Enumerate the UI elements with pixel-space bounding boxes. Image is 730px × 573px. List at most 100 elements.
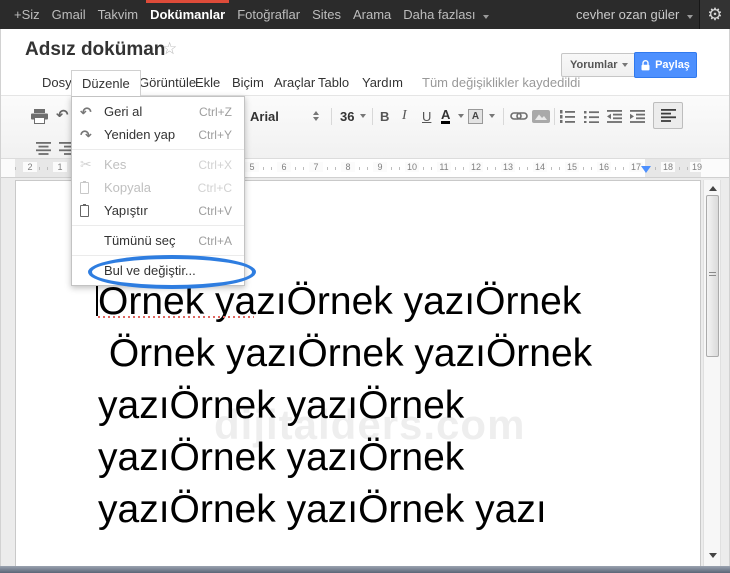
ruler-number: 6 [277,162,291,172]
menu-item-shortcut: Ctrl+A [198,233,232,248]
menu-separator [72,225,244,226]
font-family-stepper[interactable] [313,106,319,126]
document-title[interactable]: Adsız doküman [25,39,165,61]
star-icon[interactable]: ☆ [162,39,177,59]
bulleted-list-icon [584,110,599,123]
align-left-button-active[interactable] [653,102,683,129]
menu-item-label: Yapıştır [104,203,148,218]
outdent-button[interactable] [607,106,622,126]
scrollbar-thumb[interactable] [706,195,719,357]
ruler-number: 16 [597,162,611,172]
caret-down-icon [687,15,693,19]
menu-ekle[interactable]: Ekle [193,70,222,95]
user-menu[interactable]: cevher ozan güler [576,7,699,22]
align-center-button[interactable] [36,138,51,158]
undo-button[interactable]: ↶ [56,106,69,126]
google-docs-window: +Siz Gmail Takvim Dokümanlar Fotoğraflar… [0,0,730,573]
font-family-select[interactable]: Arial [250,106,308,126]
menu-yardim[interactable]: Yardım [360,70,405,95]
underline-button[interactable]: U [422,106,431,126]
highlight-icon: A [468,108,483,124]
topbar-link-siz[interactable]: +Siz [8,0,46,29]
clipboard-icon [80,180,104,194]
scroll-down-icon[interactable] [709,553,717,558]
menu-item-yapistir[interactable]: Yapıştır Ctrl+V [72,199,244,222]
ruler-number: 2 [23,162,37,172]
document-line: yazıÖrnek yazıÖrnek [98,384,465,427]
scroll-up-icon[interactable] [709,186,717,191]
ruler-number: 12 [469,162,483,172]
ruler-number: 15 [565,162,579,172]
insert-image-button[interactable] [532,106,550,126]
outdent-icon [607,109,622,123]
italic-button[interactable]: I [402,106,407,126]
clipboard-icon [80,203,104,217]
settings-gear-button[interactable]: ⚙ [699,0,730,29]
right-indent-marker[interactable] [641,166,651,173]
menu-item-geri-al[interactable]: ↶ Geri al Ctrl+Z [72,100,244,123]
topbar-link-sites[interactable]: Sites [306,0,347,29]
toolbar-separator [554,108,555,125]
topbar-link-label: Dokümanlar [150,7,226,22]
link-icon [510,112,528,120]
text-color-icon: A [441,107,451,124]
menu-duzenle-open[interactable]: Düzenle [71,70,141,96]
user-name-label: cevher ozan güler [576,7,680,22]
menu-item-shortcut: Ctrl+V [198,203,232,218]
menu-item-label: Yeniden yap [104,127,176,142]
menu-item-shortcut: Ctrl+C [197,180,232,195]
gear-icon: ⚙ [707,5,723,24]
topbar-link-daha-fazlasi[interactable]: Daha fazlası [397,0,495,29]
caret-down-icon [360,114,366,118]
menu-item-kopyala[interactable]: Kopyala Ctrl+C [72,176,244,199]
numbered-list-icon [560,109,575,123]
topbar-link-arama[interactable]: Arama [347,0,397,29]
menu-tablo[interactable]: Tablo [316,70,351,95]
numbered-list-button[interactable] [560,106,575,126]
font-size-select[interactable]: 36 [340,106,354,126]
document-line: yazıÖrnek yazıÖrnek yazı [98,488,547,531]
stepper-up-icon [313,111,319,115]
caret-down-icon [458,114,464,118]
menu-bicim[interactable]: Biçim [230,70,266,95]
highlight-color-button[interactable]: A [468,106,483,126]
toolbar-separator [331,108,332,125]
menu-goruntule[interactable]: Görüntüle [137,70,198,95]
stepper-down-icon [313,117,319,121]
menu-araclar[interactable]: Araçlar [272,70,317,95]
menu-item-tumunu-sec[interactable]: Tümünü seç Ctrl+A [72,229,244,252]
scrollbar-grip [709,272,716,278]
menu-item-label: Kopyala [104,180,151,195]
print-button[interactable] [31,106,48,126]
undo-icon: ↶ [80,103,92,120]
font-size-caret[interactable] [360,106,366,126]
text-color-caret[interactable] [458,106,464,126]
bold-button[interactable]: B [380,106,389,126]
highlight-caret[interactable] [489,106,495,126]
bulleted-list-button[interactable] [584,106,599,126]
caret-down-icon [489,114,495,118]
menu-item-kes[interactable]: ✂ Kes Ctrl+X [72,153,244,176]
text-color-button[interactable]: A [441,106,451,126]
font-family-value: Arial [250,108,279,124]
indent-button[interactable] [630,106,645,126]
caret-down-icon [483,15,490,19]
menu-item-shortcut: Ctrl+X [198,157,232,172]
menu-item-shortcut: Ctrl+Z [199,104,232,119]
ruler-number: 14 [533,162,547,172]
vertical-scrollbar[interactable] [703,180,721,566]
window-left-edge [0,29,1,566]
document-line: Örnek yazıÖrnek yazıÖrnek [98,332,593,375]
menu-item-yeniden-yap[interactable]: ↷ Yeniden yap Ctrl+Y [72,123,244,146]
topbar-link-gmail[interactable]: Gmail [46,0,92,29]
ruler-number: 1 [53,162,67,172]
topbar-link-takvim[interactable]: Takvim [92,0,144,29]
save-status: Tüm değişiklikler kaydedildi [422,75,581,90]
topbar-link-fotograflar[interactable]: Fotoğraflar [231,0,306,29]
toolbar-separator [372,108,373,125]
topbar-link-dokumanlar[interactable]: Dokümanlar [144,0,231,29]
topbar-link-label: Daha fazlası [403,7,476,22]
share-button[interactable]: Paylaş [634,52,697,78]
ruler-number: 8 [341,162,355,172]
insert-link-button[interactable] [510,106,528,126]
